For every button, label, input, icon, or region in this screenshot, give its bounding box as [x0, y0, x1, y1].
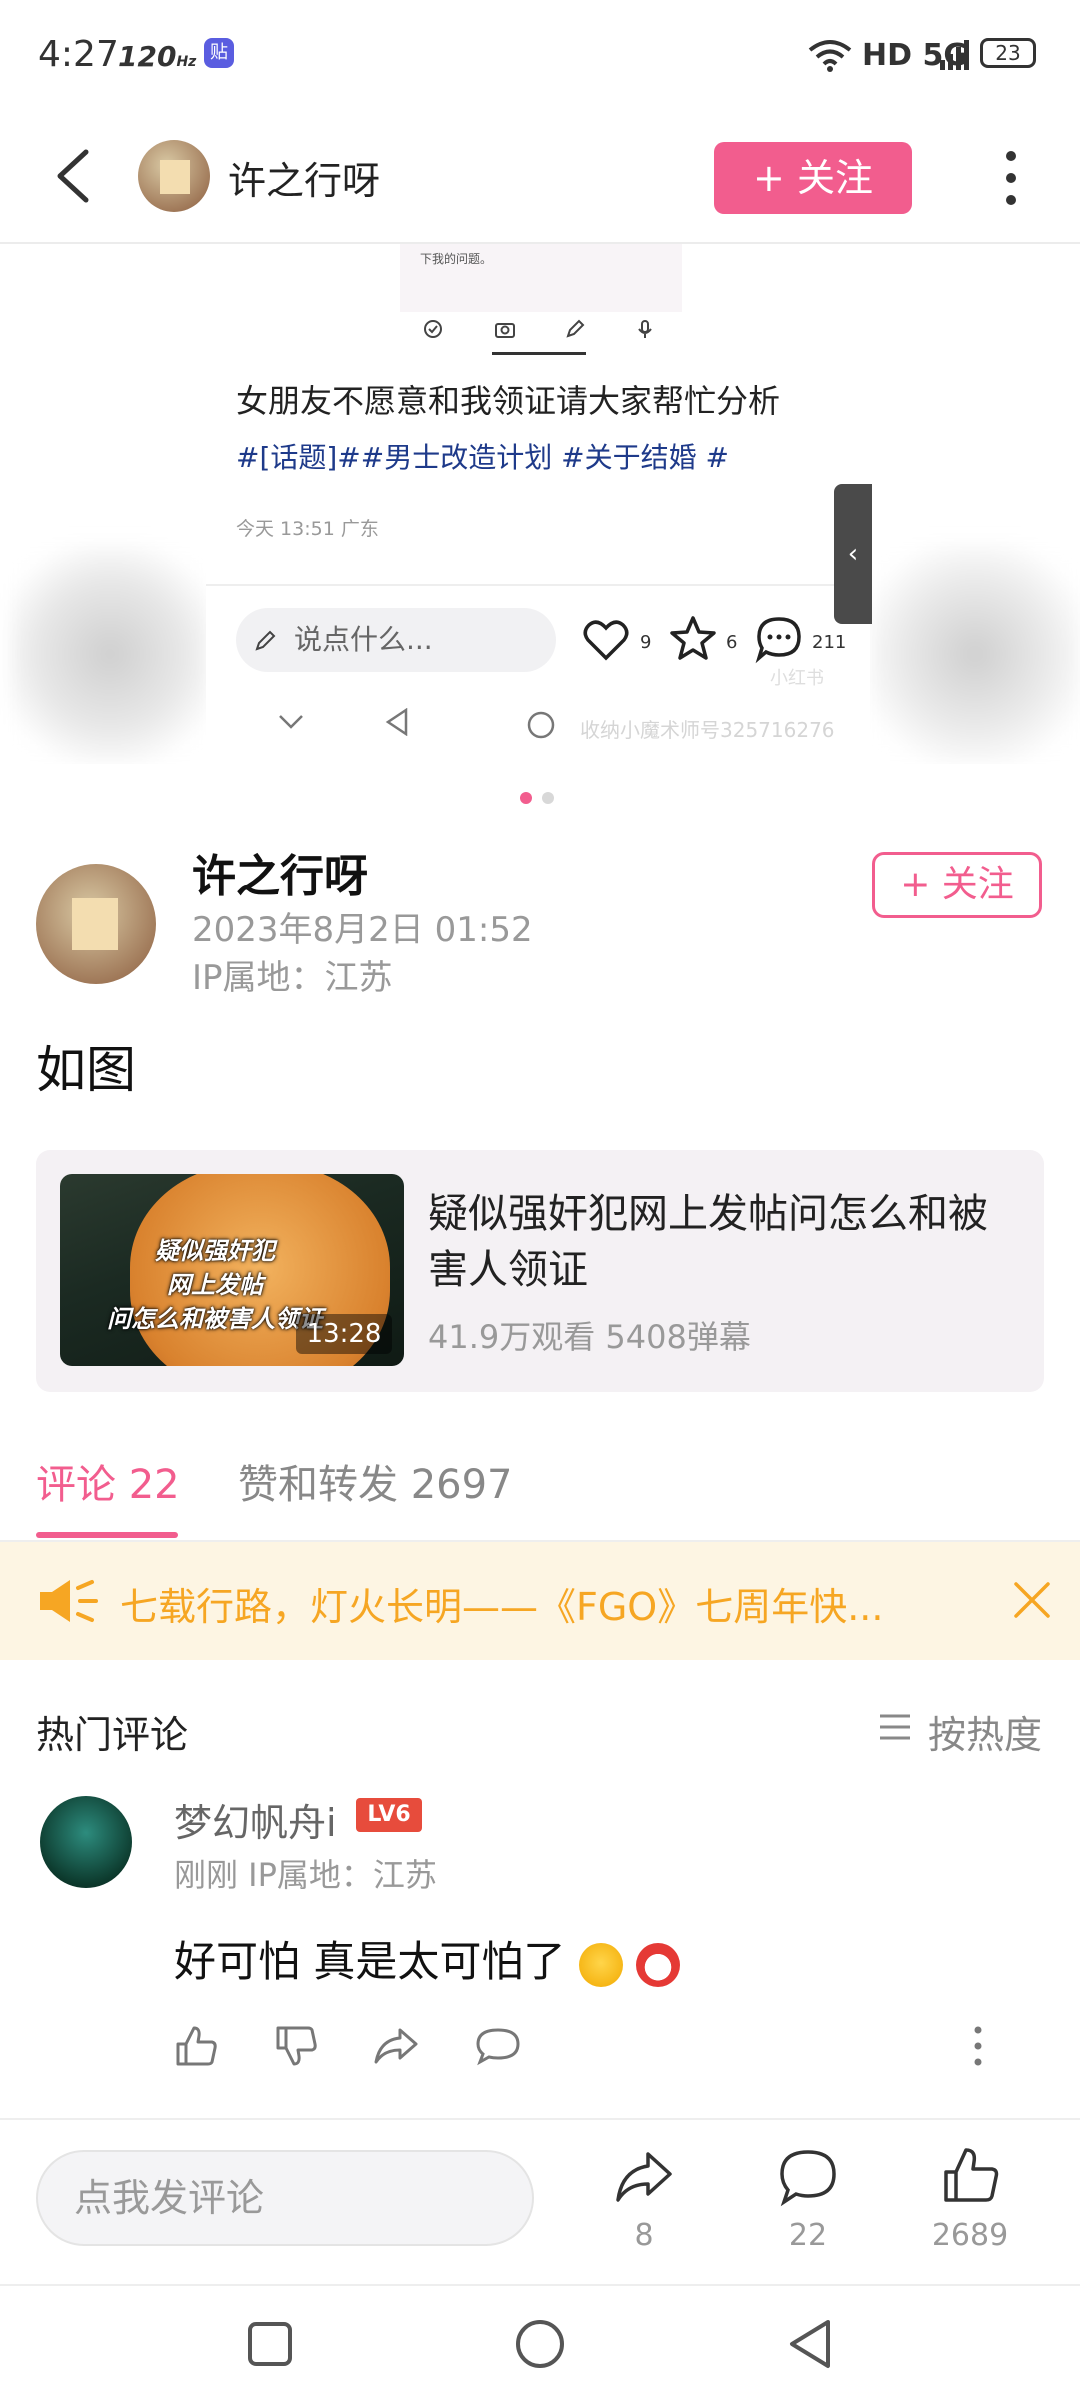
embedded-say-input: 说点什么...	[236, 608, 556, 672]
embedded-post-tags: #[话题]##男士改造计划 #关于结婚 #	[236, 441, 729, 474]
author-block: 许之行呀 2023年8月2日 01:52 IP属地：江苏 + 关注	[0, 830, 1080, 1020]
refresh-rate-unit: Hz	[176, 54, 197, 70]
author-ip-location: IP属地：江苏	[192, 958, 393, 998]
recents-square-icon[interactable]	[240, 2314, 300, 2374]
back-arrow-icon[interactable]	[46, 146, 106, 206]
top-bar: 许之行呀 + 关注	[0, 110, 1080, 244]
camera-icon	[495, 323, 515, 338]
embedded-comment-count: 211	[812, 632, 847, 653]
video-stats: 41.9万观看 5408弹幕	[428, 1318, 751, 1356]
microphone-icon	[638, 320, 652, 338]
banner-text[interactable]: 七载行路，灯火长明——《FGO》七周年快...	[120, 1576, 883, 1631]
author-avatar[interactable]	[36, 864, 156, 984]
comment-count: 22	[788, 2218, 828, 2253]
sort-by-hot-button[interactable]: 按热度	[928, 1704, 1042, 1759]
share-arrow-icon[interactable]	[372, 2022, 420, 2070]
nav-home-circle-icon	[527, 711, 555, 739]
snippet-text: 下我的问题。	[420, 252, 493, 266]
comment-icon[interactable]	[776, 2144, 840, 2208]
check-circle-icon	[424, 320, 442, 338]
comment-input[interactable]: 点我发评论	[36, 2150, 534, 2246]
author-follow-button[interactable]: + 关注	[872, 852, 1042, 918]
linked-video-card[interactable]: 疑似强奸犯 网上发帖 问怎么和被害人领证 13:28 疑似强奸犯网上发帖问怎么和…	[36, 1150, 1044, 1392]
comment-item: 梦幻帆舟i LV6 刚刚 IP属地：江苏 好可怕 真是太可怕了	[0, 1780, 1080, 2120]
app-badge-icon: 贴	[204, 38, 234, 68]
edit-pen-icon	[255, 630, 276, 651]
thumbs-up-icon[interactable]	[172, 2022, 220, 2070]
comment-more-icon[interactable]	[968, 2022, 988, 2070]
level-badge: LV6	[356, 1798, 422, 1832]
thumbs-down-icon[interactable]	[272, 2022, 320, 2070]
refresh-rate-value: 120	[118, 40, 177, 73]
tool-underline	[492, 352, 586, 355]
heart-icon	[583, 620, 629, 661]
embedded-like-count: 9	[640, 632, 652, 653]
signal-icon	[940, 40, 969, 70]
side-panel-handle[interactable]: ‹	[834, 484, 872, 624]
like-icon[interactable]	[938, 2144, 1002, 2208]
close-icon[interactable]	[1010, 1578, 1054, 1622]
comment-meta: 刚刚 IP属地：江苏	[174, 1856, 437, 1894]
announcement-banner[interactable]: 七载行路，灯火长明——《FGO》七周年快...	[0, 1542, 1080, 1660]
wifi-icon	[808, 40, 852, 72]
embedded-star-count: 6	[726, 632, 738, 653]
watermark-logo-text: 小红书	[770, 668, 824, 689]
more-options-icon[interactable]	[996, 148, 1026, 208]
reply-bubble-icon[interactable]	[474, 2022, 522, 2070]
embedded-divider	[206, 584, 870, 586]
tab-active-indicator	[36, 1532, 178, 1538]
megaphone-icon	[40, 1580, 98, 1622]
comment-text-row: 好可怕 真是太可怕了	[174, 1928, 681, 1989]
comment-text: 好可怕 真是太可怕了	[174, 1937, 566, 1986]
star-icon	[670, 616, 716, 660]
like-count: 2689	[931, 2218, 1009, 2253]
tab-likes-shares[interactable]: 赞和转发 2697	[238, 1452, 513, 1510]
comment-tabs: 评论 22 赞和转发 2697	[0, 1432, 1080, 1542]
header-avatar[interactable]	[138, 140, 210, 212]
video-thumbnail[interactable]: 疑似强奸犯 网上发帖 问怎么和被害人领证 13:28	[60, 1174, 404, 1366]
header-follow-button[interactable]: + 关注	[714, 142, 912, 214]
embedded-post-meta: 今天 13:51 广东	[236, 518, 379, 540]
bottom-action-bar: 点我发评论 8 22 2689	[0, 2122, 1080, 2282]
blurred-edge-right	[870, 544, 1080, 764]
tab-comments[interactable]: 评论 22	[36, 1452, 180, 1510]
hot-comments-label: 热门评论	[36, 1713, 189, 1757]
battery-icon: 23	[980, 38, 1036, 68]
home-circle-icon[interactable]	[510, 2314, 570, 2374]
carousel-dot	[542, 792, 554, 804]
share-count: 8	[634, 2218, 654, 2253]
video-duration: 13:28	[296, 1314, 392, 1354]
share-icon[interactable]	[612, 2144, 676, 2208]
sort-lines-icon[interactable]	[878, 1712, 912, 1742]
snippet-box: 下我的问题。	[400, 244, 682, 312]
author-name[interactable]: 许之行呀	[192, 840, 368, 904]
nav-back-triangle-icon	[385, 708, 408, 736]
watermark-text: 收纳小魔术师号325716276	[580, 718, 835, 742]
clown-emoji-icon	[636, 1942, 681, 1987]
video-title[interactable]: 疑似强奸犯网上发帖问怎么和被害人领证	[428, 1186, 1008, 1298]
comment-bubble-icon	[755, 617, 801, 664]
status-time: 4:27	[38, 34, 119, 75]
pen-icon	[566, 319, 585, 338]
commenter-avatar[interactable]	[40, 1796, 132, 1888]
back-triangle-icon[interactable]	[780, 2314, 840, 2374]
chevron-down-icon	[279, 715, 303, 729]
embedded-post-title: 女朋友不愿意和我领证请大家帮忙分析	[236, 382, 781, 420]
hot-comments-header: 热门评论 按热度	[0, 1690, 1080, 1770]
image-carousel[interactable]: 下我的问题。 女朋友不愿意和我领证请大家帮忙分析 #[话题]##男士改造计划 #…	[0, 244, 1080, 764]
post-body-text: 如图	[36, 1041, 136, 1099]
status-bar: 4:27 120Hz 贴 HD 5G 23	[0, 0, 1080, 110]
commenter-name[interactable]: 梦幻帆舟i	[174, 1792, 337, 1847]
header-username[interactable]: 许之行呀	[228, 150, 380, 205]
blurred-edge-left	[10, 544, 210, 764]
post-date: 2023年8月2日 01:52	[192, 910, 533, 950]
carousel-page-indicator	[520, 792, 560, 808]
refresh-rate: 120Hz	[118, 40, 196, 73]
system-navigation-bar	[0, 2284, 1080, 2400]
carousel-dot-active	[520, 792, 532, 804]
sweat-smile-emoji-icon	[578, 1942, 623, 1987]
